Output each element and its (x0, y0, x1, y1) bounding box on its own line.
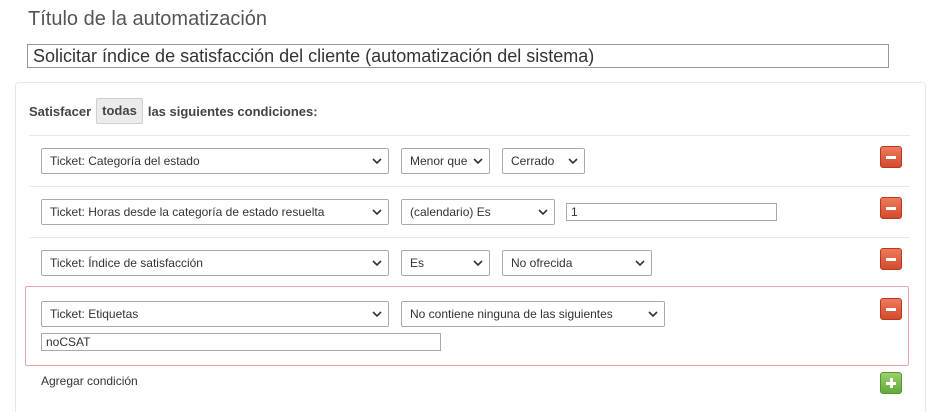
chevron-down-icon (372, 209, 382, 216)
condition-operator-select[interactable]: (calendario) Es (401, 199, 555, 225)
chevron-down-icon (372, 260, 382, 267)
conditions-suffix: las siguientes condiciones: (147, 103, 318, 119)
condition-operator-select[interactable]: No contiene ninguna de las siguientes (401, 301, 665, 327)
condition-operator-value: Menor que (410, 154, 468, 168)
remove-condition-button[interactable] (880, 146, 902, 168)
condition-operator-value: Es (410, 256, 425, 270)
condition-field-value: Ticket: Categoría del estado (50, 154, 200, 168)
add-condition-link[interactable]: Agregar condición (41, 374, 138, 388)
conditions-header: Satisfacer todas las siguientes condicio… (29, 98, 318, 124)
condition-field-value: Ticket: Etiquetas (50, 307, 139, 321)
condition-operator-select[interactable]: Menor que (401, 148, 490, 174)
chevron-down-icon (372, 158, 382, 165)
conditions-prefix: Satisfacer (29, 103, 92, 119)
tags-input[interactable] (41, 333, 441, 351)
condition-value-value: No ofrecida (511, 256, 573, 270)
condition-operator-value: (calendario) Es (410, 205, 491, 219)
remove-condition-button[interactable] (880, 248, 902, 270)
add-condition-button[interactable] (880, 372, 902, 394)
divider (29, 135, 910, 136)
condition-value-select[interactable]: Cerrado (502, 148, 585, 174)
divider (29, 186, 910, 187)
chevron-down-icon (372, 311, 382, 318)
condition-value-input[interactable] (566, 203, 777, 221)
condition-value-value: Cerrado (511, 154, 555, 168)
condition-operator-select[interactable]: Es (401, 250, 490, 276)
divider (29, 237, 910, 238)
condition-field-select[interactable]: Ticket: Horas desde la categoría de esta… (41, 199, 389, 225)
condition-value-select[interactable]: No ofrecida (502, 250, 652, 276)
chevron-down-icon (473, 158, 483, 165)
chevron-down-icon (473, 260, 483, 267)
remove-condition-button[interactable] (880, 298, 902, 320)
condition-field-select[interactable]: Ticket: Etiquetas (41, 301, 389, 327)
chevron-down-icon (635, 260, 645, 267)
chevron-down-icon (568, 158, 578, 165)
condition-field-select[interactable]: Ticket: Índice de satisfacción (41, 250, 389, 276)
condition-field-value: Ticket: Horas desde la categoría de esta… (50, 205, 325, 219)
automation-title-input[interactable] (27, 44, 889, 68)
match-type-button[interactable]: todas (96, 98, 143, 124)
remove-condition-button[interactable] (880, 197, 902, 219)
chevron-down-icon (648, 311, 658, 318)
chevron-down-icon (538, 209, 548, 216)
automation-title-label: Título de la automatización (28, 8, 268, 30)
condition-field-value: Ticket: Índice de satisfacción (50, 256, 203, 270)
condition-operator-value: No contiene ninguna de las siguientes (410, 307, 613, 321)
condition-field-select[interactable]: Ticket: Categoría del estado (41, 148, 389, 174)
